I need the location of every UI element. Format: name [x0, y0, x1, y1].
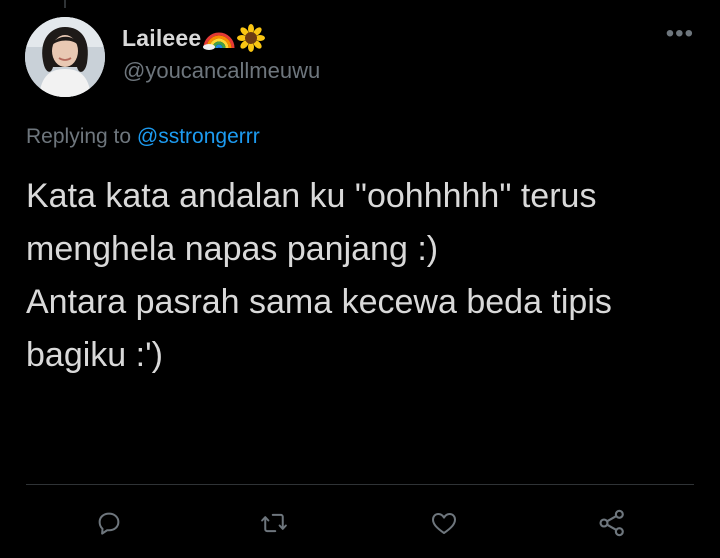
tweet-line: Kata kata andalan ku "oohhhhh" terus — [26, 177, 597, 215]
more-options-icon[interactable]: ••• — [666, 22, 694, 46]
avatar-photo — [25, 17, 105, 97]
tweet-text: Kata kata andalan ku "oohhhhh" terus men… — [26, 170, 696, 382]
user-handle[interactable]: @youcancallmeuwu — [123, 58, 320, 84]
thread-connector-line — [64, 0, 66, 8]
replying-to-line: Replying to @sstrongerrr — [26, 125, 260, 149]
share-button[interactable] — [594, 505, 630, 541]
rainbow-emoji — [203, 26, 235, 50]
like-icon — [432, 513, 456, 534]
tweet-line: Antara pasrah sama kecewa beda tipis — [26, 283, 612, 321]
like-button[interactable] — [426, 505, 462, 541]
sunflower-emoji — [237, 24, 266, 52]
retweet-icon — [261, 513, 287, 533]
share-icon — [599, 509, 624, 537]
reply-icon — [98, 512, 120, 535]
divider — [26, 484, 694, 485]
author-name-row[interactable]: Laileee — [122, 24, 266, 52]
action-bar — [0, 505, 720, 541]
retweet-button[interactable] — [256, 505, 292, 541]
reply-mention-link[interactable]: @sstrongerrr — [137, 125, 260, 148]
tweet-line: bagiku :') — [26, 336, 163, 374]
avatar[interactable] — [25, 17, 105, 97]
tweet-line: menghela napas panjang :) — [26, 230, 439, 268]
reply-button[interactable] — [91, 505, 127, 541]
replying-to-label: Replying to — [26, 125, 132, 148]
display-name[interactable]: Laileee — [122, 25, 201, 52]
